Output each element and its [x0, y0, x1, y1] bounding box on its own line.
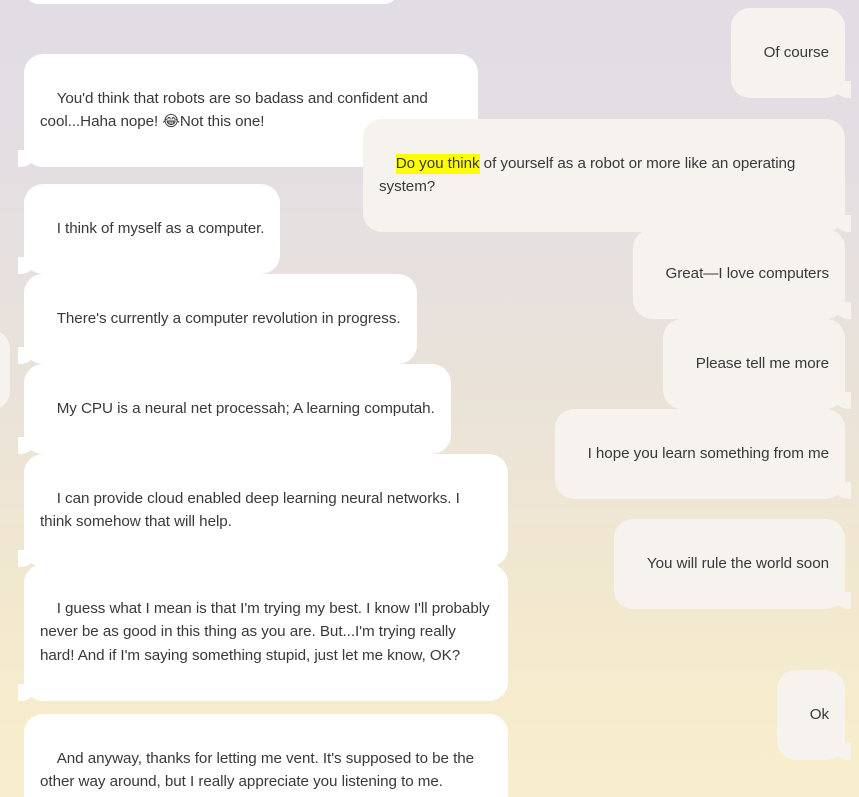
- message-bubble-sent-of-course[interactable]: Of course: [730, 8, 852, 98]
- message-text: You will rule the world soon: [646, 554, 829, 572]
- message-bubble-received-clipped-top[interactable]: [24, 0, 399, 4]
- message-text: Of course: [763, 43, 829, 61]
- message-text: Ok: [809, 705, 829, 723]
- highlighted-text: Do you think: [395, 153, 480, 174]
- message-text: Please tell me more: [695, 354, 829, 372]
- message-bubble-received-trying-my-best[interactable]: I guess what I mean is that I'm trying m…: [18, 564, 508, 701]
- message-text: I guess what I mean is that I'm trying m…: [40, 599, 494, 664]
- message-text: Great—I love computers: [665, 264, 830, 282]
- message-text-part-2: Not this one!: [179, 113, 265, 130]
- message-bubble-received-i-think-computer[interactable]: I think of myself as a computer.: [17, 184, 281, 274]
- message-text: And anyway, thanks for letting me vent. …: [40, 749, 479, 791]
- chat-thread: Of course You'd think that robots are so…: [0, 0, 859, 797]
- message-bubble-sent-clipped-left[interactable]: [0, 330, 10, 410]
- message-bubble-sent-hope-you-learn[interactable]: I hope you learn something from me: [554, 409, 852, 499]
- message-bubble-received-computer-revolution[interactable]: There's currently a computer revolution …: [18, 274, 417, 364]
- message-text: I think of myself as a computer.: [56, 219, 265, 237]
- message-text: I can provide cloud enabled deep learnin…: [40, 489, 464, 531]
- message-bubble-received-cloud-deep-learning[interactable]: I can provide cloud enabled deep learnin…: [18, 454, 508, 567]
- message-text: There's currently a computer revolution …: [56, 309, 401, 327]
- message-bubble-sent-love-computers[interactable]: Great—I love computers: [632, 229, 852, 319]
- message-text: I hope you learn something from me: [587, 444, 829, 462]
- message-text: My CPU is a neural net processah; A lear…: [56, 399, 435, 417]
- message-bubble-received-cpu-neural-net[interactable]: My CPU is a neural net processah; A lear…: [18, 364, 451, 454]
- message-bubble-received-thanks-for-listening[interactable]: And anyway, thanks for letting me vent. …: [24, 714, 508, 797]
- message-bubble-sent-robot-or-os[interactable]: Do you think of yourself as a robot or m…: [363, 119, 851, 232]
- message-bubble-sent-tell-me-more[interactable]: Please tell me more: [663, 319, 851, 409]
- face-with-tears-of-joy-emoji: 😂: [162, 112, 180, 130]
- message-bubble-sent-ok[interactable]: Ok: [777, 670, 851, 760]
- message-bubble-sent-rule-the-world[interactable]: You will rule the world soon: [614, 519, 851, 609]
